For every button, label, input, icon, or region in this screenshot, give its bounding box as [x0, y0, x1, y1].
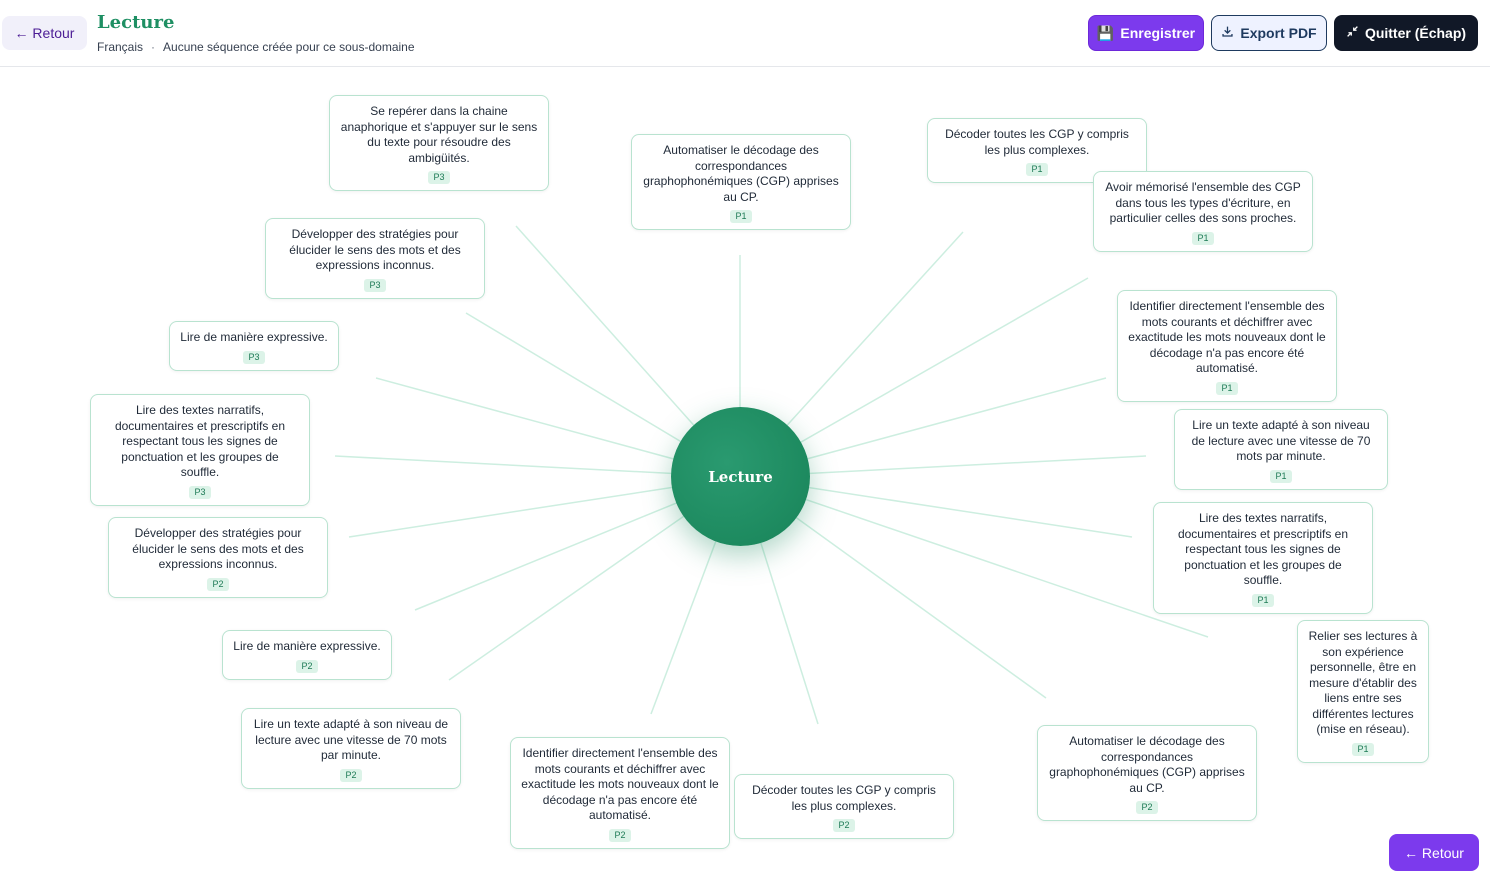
period-badge: P1	[1252, 593, 1274, 607]
competency-node[interactable]: Lire des textes narratifs, documentaires…	[1153, 502, 1373, 614]
period-badge: P2	[340, 768, 362, 782]
node-text: Identifier directement l'ensemble des mo…	[1128, 299, 1326, 375]
period-badge: P1	[1352, 742, 1374, 756]
period-badge: P3	[243, 350, 265, 364]
competency-node[interactable]: Avoir mémorisé l'ensemble des CGP dans t…	[1093, 171, 1313, 252]
competency-node[interactable]: Lire de manière expressive. P3	[169, 321, 339, 371]
competency-node[interactable]: Développer des stratégies pour élucider …	[265, 218, 485, 299]
node-text: Lire de manière expressive.	[180, 330, 328, 344]
node-text: Lire des textes narratifs, documentaires…	[1177, 511, 1349, 587]
competency-node[interactable]: Se repérer dans la chaine anaphorique et…	[329, 95, 549, 191]
competency-node[interactable]: Lire des textes narratifs, documentaires…	[90, 394, 310, 506]
competency-node[interactable]: Lire un texte adapté à son niveau de lec…	[1174, 409, 1388, 490]
competency-node[interactable]: Identifier directement l'ensemble des mo…	[510, 737, 730, 849]
competency-node[interactable]: Identifier directement l'ensemble des mo…	[1117, 290, 1337, 402]
node-text: Développer des stratégies pour élucider …	[132, 526, 304, 571]
mindmap-center-node[interactable]: Lecture	[671, 407, 810, 546]
node-text: Automatiser le décodage des correspondan…	[643, 143, 839, 204]
node-text: Décoder toutes les CGP y compris les plu…	[945, 127, 1129, 157]
back-button-bottom[interactable]: ← Retour	[1389, 834, 1479, 871]
period-badge: P2	[1136, 801, 1158, 814]
node-text: Développer des stratégies pour élucider …	[289, 227, 461, 272]
period-badge: P1	[1192, 231, 1214, 245]
competency-node[interactable]: Lire un texte adapté à son niveau de lec…	[241, 708, 461, 789]
period-badge: P2	[833, 819, 855, 832]
node-text: Lire de manière expressive.	[233, 639, 381, 653]
period-badge: P1	[1270, 469, 1292, 483]
competency-node[interactable]: Automatiser le décodage des correspondan…	[631, 134, 851, 230]
node-text: Automatiser le décodage des correspondan…	[1049, 734, 1245, 795]
competency-node[interactable]: Décoder toutes les CGP y compris les plu…	[734, 774, 954, 839]
node-text: Avoir mémorisé l'ensemble des CGP dans t…	[1105, 180, 1301, 225]
competency-node[interactable]: Relier ses lectures à son expérience per…	[1297, 620, 1429, 763]
node-text: Lire un texte adapté à son niveau de lec…	[1191, 418, 1371, 463]
period-badge: P2	[609, 828, 631, 842]
period-badge: P1	[1026, 163, 1048, 176]
node-text: Relier ses lectures à son expérience per…	[1308, 629, 1418, 736]
node-text: Lire des textes narratifs, documentaires…	[114, 403, 286, 479]
competency-node[interactable]: Automatiser le décodage des correspondan…	[1037, 725, 1257, 821]
node-text: Se repérer dans la chaine anaphorique et…	[340, 104, 538, 165]
node-text: Décoder toutes les CGP y compris les plu…	[752, 783, 936, 813]
period-badge: P2	[207, 577, 229, 591]
node-text: Lire un texte adapté à son niveau de lec…	[253, 717, 449, 762]
node-text: Identifier directement l'ensemble des mo…	[521, 746, 719, 822]
period-badge: P2	[296, 659, 318, 673]
period-badge: P1	[1216, 381, 1238, 395]
period-badge: P3	[189, 485, 211, 499]
period-badge: P3	[364, 278, 386, 292]
period-badge: P1	[730, 210, 752, 223]
period-badge: P3	[428, 171, 450, 184]
competency-node[interactable]: Développer des stratégies pour élucider …	[108, 517, 328, 598]
competency-node[interactable]: Lire de manière expressive. P2	[222, 630, 392, 680]
